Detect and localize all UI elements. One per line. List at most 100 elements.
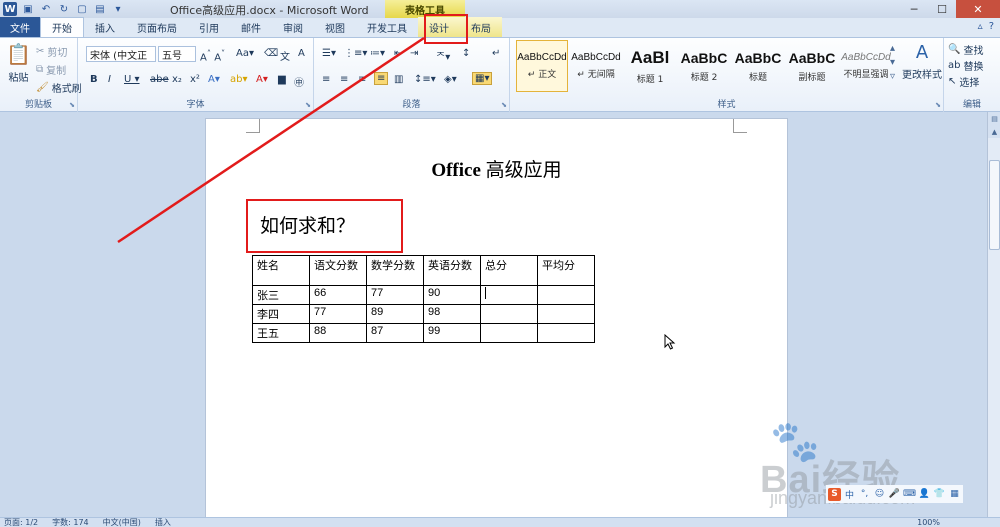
- table-cell[interactable]: [480, 304, 538, 324]
- table-cell[interactable]: 李四: [252, 304, 310, 324]
- tab-developer[interactable]: 开发工具: [356, 17, 418, 37]
- grow-font-icon[interactable]: A˄ A˅: [200, 48, 225, 63]
- table-cell[interactable]: 98: [423, 304, 481, 324]
- char-shading-icon[interactable]: ▆: [278, 74, 286, 85]
- increase-indent-icon[interactable]: ⇥: [410, 48, 418, 59]
- gallery-scroll-icon[interactable]: ▴ ▾ ▿: [890, 42, 895, 84]
- select-button[interactable]: ↖ 选择: [948, 74, 979, 89]
- table-cell[interactable]: 77: [309, 304, 367, 324]
- clear-format-icon[interactable]: ⌫: [264, 48, 278, 59]
- table-header-cell[interactable]: 平均分: [537, 255, 595, 286]
- cn-mode-icon[interactable]: 中: [843, 488, 856, 501]
- subscript-icon[interactable]: x₂: [172, 74, 182, 85]
- font-name-select[interactable]: 宋体 (中文正: [86, 46, 156, 62]
- change-styles-button[interactable]: A 更改样式: [902, 42, 942, 81]
- numbering-icon[interactable]: ⋮≡▾: [344, 48, 367, 59]
- emoji-icon[interactable]: ☺: [873, 488, 886, 501]
- tab-insert[interactable]: 插入: [84, 17, 126, 37]
- tab-references[interactable]: 引用: [188, 17, 230, 37]
- zoom-level[interactable]: 100%: [917, 518, 940, 527]
- underline-icon[interactable]: U ▾: [124, 74, 140, 85]
- skin-icon[interactable]: 👕: [933, 488, 946, 501]
- font-launcher-icon[interactable]: ⬊: [305, 101, 311, 109]
- close-icon[interactable]: ✕: [956, 0, 1000, 18]
- distributed-icon[interactable]: ▥: [394, 74, 403, 85]
- borders-icon[interactable]: ▦▾: [472, 72, 493, 85]
- undo-icon[interactable]: ↶: [39, 2, 53, 16]
- italic-icon[interactable]: I: [108, 74, 111, 85]
- table-cell[interactable]: [480, 323, 538, 343]
- language-indicator[interactable]: 中文(中国): [103, 517, 141, 527]
- justify-icon[interactable]: ≡: [374, 72, 389, 85]
- table-cell[interactable]: 89: [366, 304, 424, 324]
- table-cell[interactable]: 张三: [252, 285, 310, 305]
- total-cell-active[interactable]: [480, 285, 538, 305]
- minimize-icon[interactable]: ─: [900, 0, 928, 18]
- save-icon[interactable]: ▣: [21, 2, 35, 16]
- user-icon[interactable]: 👤: [918, 488, 931, 501]
- paragraph-launcher-icon[interactable]: ⬊: [501, 101, 507, 109]
- table-cell[interactable]: [537, 285, 595, 305]
- change-case-icon[interactable]: Aa▾: [236, 48, 254, 59]
- table-header-cell[interactable]: 英语分数: [423, 255, 481, 286]
- font-size-select[interactable]: 五号: [158, 46, 196, 62]
- tab-mailings[interactable]: 邮件: [230, 17, 272, 37]
- table-header-cell[interactable]: 总分: [480, 255, 538, 286]
- page-count[interactable]: 页面: 1/2: [4, 517, 38, 527]
- scroll-up-icon[interactable]: ▲: [988, 125, 1000, 138]
- sogou-ime-icon[interactable]: S: [828, 487, 841, 501]
- open-icon[interactable]: ▤: [93, 2, 107, 16]
- tab-file[interactable]: 文件: [0, 17, 40, 37]
- paste-button[interactable]: 📋 粘贴: [6, 42, 31, 84]
- font-color-icon[interactable]: A▾: [256, 74, 268, 85]
- table-header-cell[interactable]: 姓名: [252, 255, 310, 286]
- ruler-toggle-icon[interactable]: ▤: [988, 112, 1000, 125]
- style-no-spacing[interactable]: AaBbCcDd ↵ 无间隔: [570, 40, 622, 92]
- enclose-char-icon[interactable]: ㊥: [294, 74, 304, 89]
- phonetic-icon[interactable]: 文: [280, 48, 290, 63]
- table-cell[interactable]: 99: [423, 323, 481, 343]
- word-count[interactable]: 字数: 174: [52, 517, 89, 527]
- strikethrough-icon[interactable]: abe: [150, 74, 169, 85]
- tab-page-layout[interactable]: 页面布局: [126, 17, 188, 37]
- tab-review[interactable]: 审阅: [272, 17, 314, 37]
- format-painter-button[interactable]: 🖌 格式刷: [36, 80, 82, 95]
- table-cell[interactable]: 66: [309, 285, 367, 305]
- multilevel-list-icon[interactable]: ≔▾: [370, 48, 385, 59]
- scroll-thumb[interactable]: [989, 160, 1000, 250]
- help-icon[interactable]: ?: [989, 21, 994, 32]
- bold-icon[interactable]: B: [90, 74, 98, 85]
- table-cell[interactable]: [537, 323, 595, 343]
- voice-icon[interactable]: 🎤: [888, 488, 901, 501]
- align-center-icon[interactable]: ≡: [340, 74, 348, 85]
- table-cell[interactable]: 77: [366, 285, 424, 305]
- bullets-icon[interactable]: ☰▾: [322, 48, 336, 59]
- table-cell[interactable]: 88: [309, 323, 367, 343]
- style-heading-2[interactable]: AaBbC 标题 2: [678, 40, 730, 92]
- align-right-icon[interactable]: ≡: [358, 74, 366, 85]
- new-doc-icon[interactable]: ▢: [75, 2, 89, 16]
- align-left-icon[interactable]: ≡: [322, 74, 330, 85]
- maximize-icon[interactable]: ☐: [928, 0, 956, 18]
- chinese-layout-icon[interactable]: ᄌ▾: [436, 48, 450, 63]
- customize-qat-icon[interactable]: ▾: [111, 2, 125, 16]
- tab-view[interactable]: 视图: [314, 17, 356, 37]
- table-header-cell[interactable]: 数学分数: [366, 255, 424, 286]
- style-subtitle[interactable]: AaBbC 副标题: [786, 40, 838, 92]
- line-spacing-icon[interactable]: ↕≡▾: [414, 74, 436, 85]
- superscript-icon[interactable]: x²: [190, 74, 200, 85]
- table-cell[interactable]: 87: [366, 323, 424, 343]
- table-cell[interactable]: 90: [423, 285, 481, 305]
- style-subtle-emphasis[interactable]: AaBbCcDd 不明显强调: [840, 40, 892, 92]
- text-effects-icon[interactable]: A▾: [208, 74, 220, 85]
- score-table[interactable]: 姓名 语文分数 数学分数 英语分数 总分 平均分 张三 66 77 90 李四 …: [252, 255, 595, 343]
- decrease-indent-icon[interactable]: ⇤: [394, 48, 402, 59]
- style-title[interactable]: AaBbC 标题: [732, 40, 784, 92]
- replace-button[interactable]: ab 替换: [948, 58, 983, 73]
- table-header-cell[interactable]: 语文分数: [309, 255, 367, 286]
- insert-mode[interactable]: 插入: [155, 517, 171, 527]
- word-logo-icon[interactable]: W: [3, 2, 17, 16]
- style-normal[interactable]: AaBbCcDd ↵ 正文: [516, 40, 568, 92]
- table-cell[interactable]: [537, 304, 595, 324]
- copy-button[interactable]: ⧉ 复制: [36, 62, 66, 77]
